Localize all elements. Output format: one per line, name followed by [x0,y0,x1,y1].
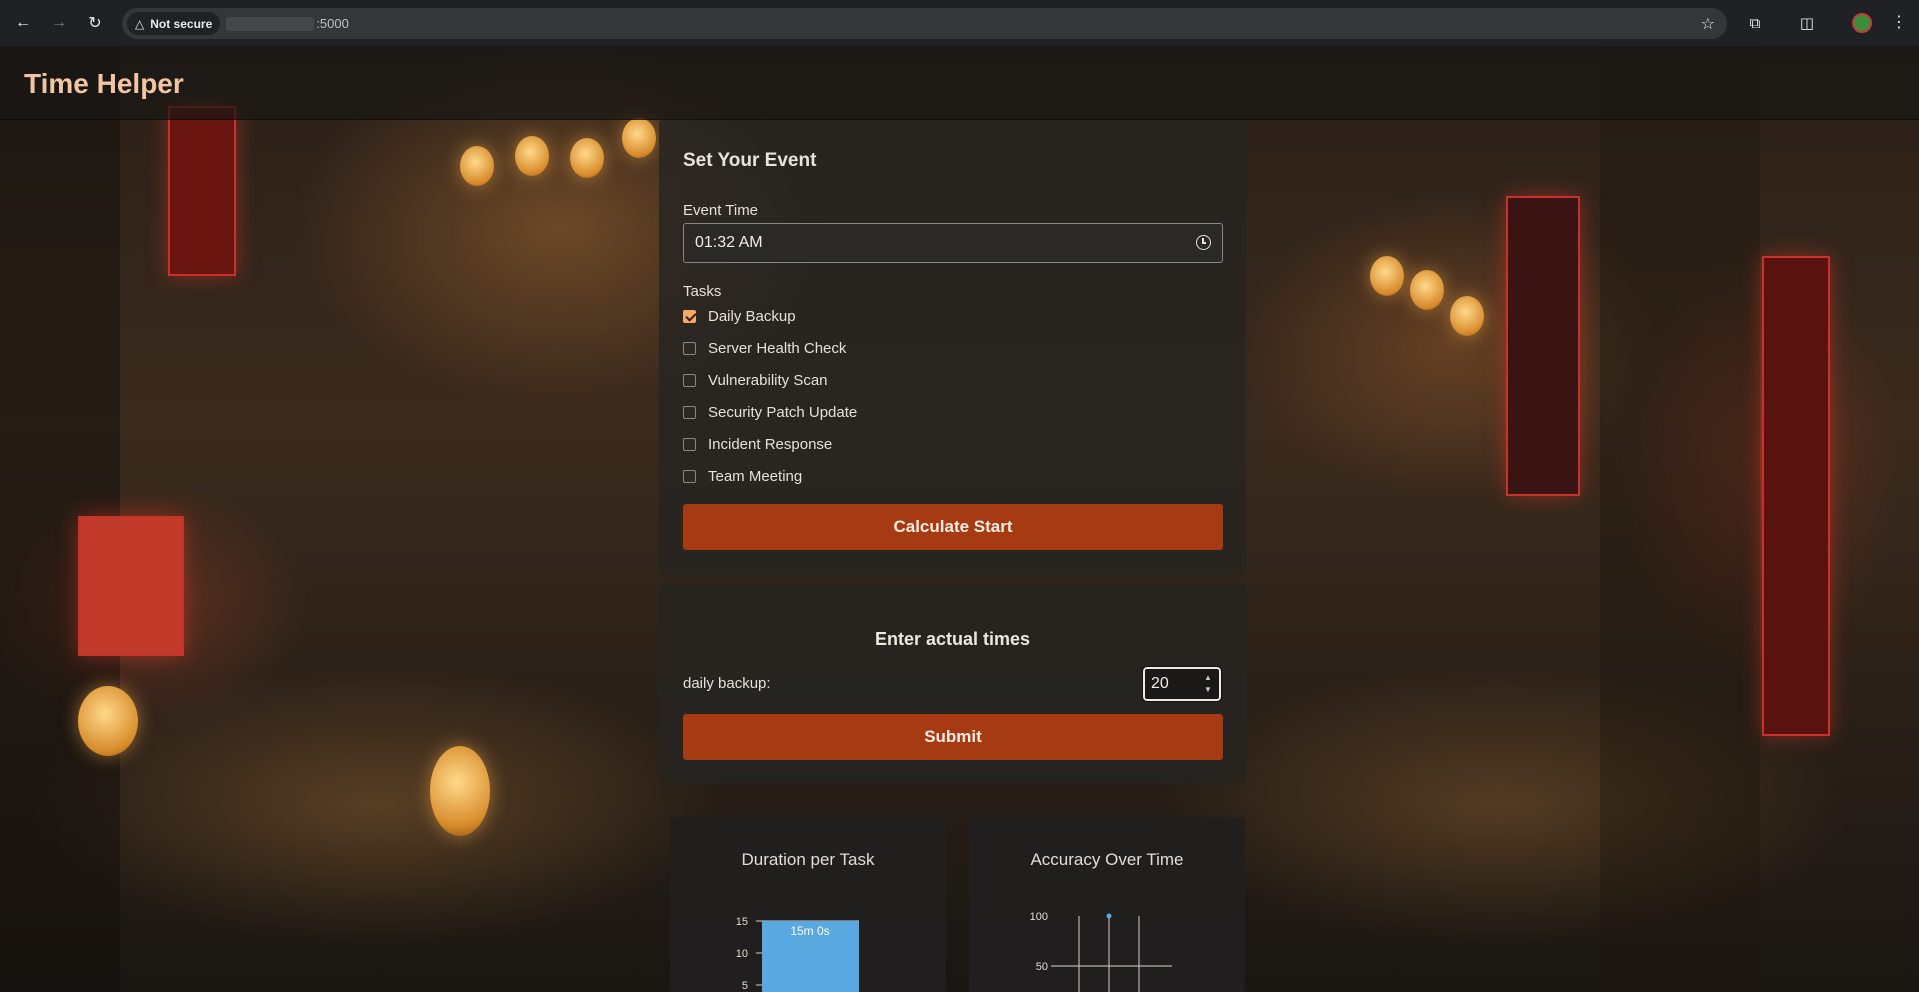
daily-backup-value: 20 [1151,675,1169,692]
y-tick-label: 50 [1036,961,1048,973]
tasks-label: Tasks [683,283,722,300]
spinner-up-icon[interactable]: ▲ [1204,673,1212,683]
security-label: Not secure [150,16,213,31]
security-chip[interactable]: △ Not secure [127,12,221,35]
more-menu-icon[interactable]: ⋮ [1891,12,1907,34]
accuracy-chart: 50 100 [1030,911,1172,992]
task-label: Server Health Check [708,339,847,357]
clock-icon[interactable] [1196,235,1211,250]
event-time-input[interactable]: 01:32 AM [683,223,1223,263]
task-checkbox[interactable] [683,309,696,323]
actual-times-card: Enter actual times daily backup: 20 ▲ ▼ … [659,583,1246,783]
task-checkbox[interactable] [683,437,696,451]
neon-sign [1762,256,1830,736]
lantern [515,136,549,176]
event-form-heading: Set Your Event [683,150,817,171]
neon-sign [168,106,236,276]
number-spinner[interactable]: ▲ ▼ [1203,673,1213,695]
lantern [1410,270,1444,310]
lantern [622,118,656,158]
url-host-redacted [226,16,315,31]
task-option[interactable]: Server Health Check [683,338,846,358]
task-label: Incident Response [708,435,833,453]
daily-backup-label: daily backup: [683,675,771,692]
event-time-label: Event Time [683,202,759,219]
extensions-puzzle-icon[interactable]: ⧉ [1744,12,1766,34]
daily-backup-minutes-input[interactable]: 20 ▲ ▼ [1142,666,1222,702]
bar-data-label: 15m 0s [790,924,829,938]
lantern [1370,256,1404,296]
forward-arrow-icon[interactable]: → [46,10,72,36]
actual-times-heading: Enter actual times [874,629,1031,649]
calculate-start-button[interactable]: Calculate Start [683,504,1223,550]
app-title: Time Helper [24,68,184,99]
browser-toolbar: ← → ↻ △ Not secure :5000 ☆ ⧉ ◫ ⋮ [0,0,1919,46]
task-label: Daily Backup [708,307,796,325]
warning-icon: △ [135,16,145,31]
neon-sign [1506,196,1580,496]
task-option[interactable]: Incident Response [683,434,832,454]
task-option[interactable]: Security Patch Update [683,402,857,422]
bookmark-star-icon[interactable]: ☆ [1701,14,1715,34]
address-bar[interactable]: △ Not secure :5000 ☆ [122,8,1727,39]
task-checkbox[interactable] [683,341,696,355]
reload-icon[interactable]: ↻ [82,10,108,36]
back-arrow-icon[interactable]: ← [10,10,36,36]
duration-chart: 5 10 15 15m 0s [736,916,859,992]
lantern [78,686,138,756]
submit-button[interactable]: Submit [683,714,1223,760]
task-option[interactable]: Team Meeting [683,466,802,486]
y-tick-label: 5 [742,980,748,992]
task-label: Security Patch Update [708,403,858,421]
app-header: Time Helper [0,46,1919,120]
event-form-card: Set Your Event Event Time 01:32 AM Tasks… [659,120,1246,575]
task-option[interactable]: Daily Backup [683,306,796,326]
task-checkbox[interactable] [683,405,696,419]
y-tick-label: 10 [736,948,748,960]
lantern [460,146,494,186]
spinner-down-icon[interactable]: ▼ [1204,685,1212,695]
lantern [430,746,490,836]
accuracy-chart-card: Accuracy Over Time 50 100 [969,817,1245,992]
lantern [570,138,604,178]
task-label: Team Meeting [708,467,803,485]
task-label: Vulnerability Scan [708,371,828,389]
data-point [1106,913,1112,919]
duration-chart-card: Duration per Task 5 10 15 15m 0s [670,817,946,992]
lantern [1450,296,1484,336]
task-checkbox[interactable] [683,373,696,387]
y-tick-label: 100 [1030,911,1048,923]
building-shadow [1600,46,1760,992]
neon-sign [78,516,184,656]
task-checkbox[interactable] [683,469,696,483]
event-time-value: 01:32 AM [695,234,763,251]
url-text: :5000 [316,16,349,31]
media-cast-icon[interactable]: ◫ [1796,12,1818,34]
y-tick-label: 15 [736,916,748,928]
task-option[interactable]: Vulnerability Scan [683,370,828,390]
profile-avatar[interactable] [1852,13,1872,33]
